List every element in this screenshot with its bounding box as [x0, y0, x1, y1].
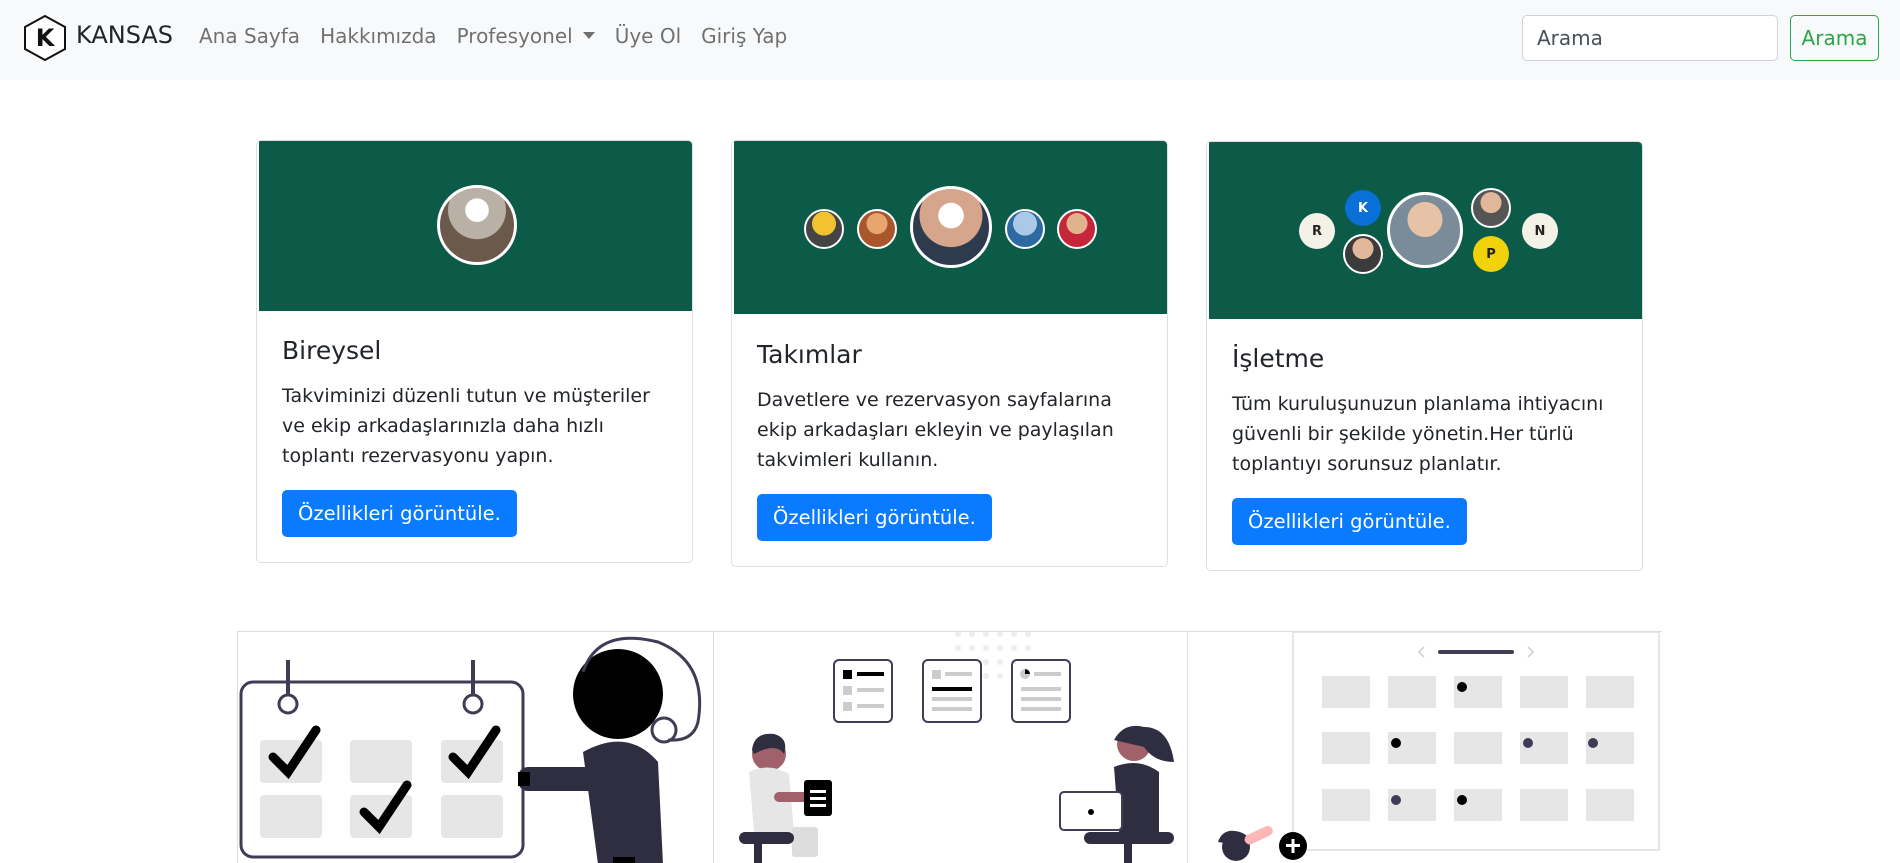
illustration-strip [237, 631, 1662, 863]
avatar-letter: K [1345, 190, 1381, 226]
schedule-grid-illustration [1187, 631, 1662, 863]
member-avatar [1471, 188, 1511, 228]
avatar-letter: R [1299, 213, 1335, 249]
card-text: Tüm kuruluşunuzun planlama ihtiyacını gü… [1232, 393, 1604, 475]
brand[interactable]: K KANSAS [20, 14, 173, 62]
card-title: Takımlar [757, 340, 862, 369]
card-title: İşletme [1232, 344, 1325, 373]
nav-dropdown-professional[interactable]: Profesyonel [457, 24, 595, 48]
nav-dropdown-label: Profesyonel [456, 24, 573, 48]
member-avatar [1343, 234, 1383, 274]
card-title: Bireysel [282, 336, 382, 365]
member-avatar [804, 209, 844, 249]
view-features-button[interactable]: Özellikleri görüntüle. [757, 494, 992, 541]
member-avatar [1057, 209, 1097, 249]
nav-link-login[interactable]: Giriş Yap [701, 24, 787, 48]
brand-name[interactable]: KANSAS [76, 21, 173, 49]
nav-link-register[interactable]: Üye Ol [615, 24, 681, 48]
card-text: Davetlere ve rezervasyon sayfalarına eki… [757, 389, 1114, 471]
team-work-illustration [713, 631, 1187, 863]
svg-text:K: K [36, 24, 56, 52]
person-avatar [437, 185, 517, 265]
member-avatar [1005, 209, 1045, 249]
member-avatar [1387, 192, 1463, 268]
schedule-illustration-icon [1218, 632, 1660, 861]
navbar: K KANSAS Ana Sayfa Hakkımızda Profesyone… [0, 0, 1900, 80]
card-individual: Bireysel Takviminizi düzenli tutun ve mü… [256, 140, 693, 563]
nav-links: Ana Sayfa Hakkımızda Profesyonel Üye Ol … [199, 24, 807, 48]
kansas-logo-icon: K [24, 14, 66, 62]
caret-down-icon [582, 32, 595, 39]
member-avatar [857, 209, 897, 249]
nav-link-about[interactable]: Hakkımızda [320, 24, 437, 48]
card-image [734, 141, 1167, 314]
view-features-button[interactable]: Özellikleri görüntüle. [1232, 498, 1467, 545]
calendar-illustration-icon [239, 636, 702, 863]
nav-link-home[interactable]: Ana Sayfa [199, 24, 300, 48]
view-features-button[interactable]: Özellikleri görüntüle. [282, 490, 517, 537]
search-input[interactable] [1522, 15, 1778, 61]
card-teams: Takımlar Davetlere ve rezervasyon sayfal… [731, 140, 1168, 567]
calendar-check-illustration [237, 631, 713, 863]
member-avatar [910, 186, 992, 268]
card-business: R K P N İşletme Tüm kuruluşunuzun planla… [1206, 141, 1643, 571]
avatar-letter: P [1473, 236, 1509, 272]
search-button[interactable]: Arama [1790, 15, 1879, 61]
card-text: Takviminizi düzenli tutun ve müşteriler … [282, 385, 650, 467]
card-image [259, 141, 692, 311]
avatar-letter: N [1522, 213, 1558, 249]
team-illustration-icon [739, 632, 1174, 863]
card-image: R K P N [1209, 142, 1642, 319]
